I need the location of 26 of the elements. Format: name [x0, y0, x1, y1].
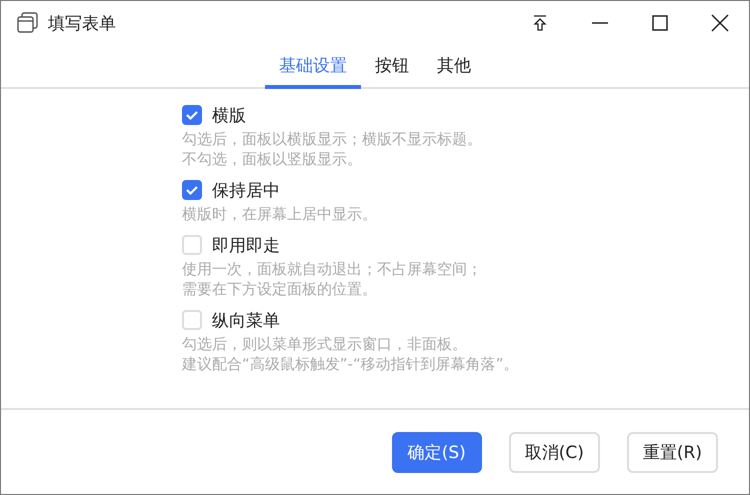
option-description: 横版时，在屏幕上居中显示。 [182, 204, 378, 224]
option-description: 建议配合“高级鼠标触发”-“移动指针到屏幕角落”。 [182, 354, 520, 374]
checkbox[interactable] [182, 105, 202, 125]
option-description: 勾选后，面板以横版显示；横版不显示标题。 [182, 129, 483, 149]
dialog-button[interactable]: 重置(R) [626, 432, 718, 472]
maximize-icon[interactable] [651, 14, 669, 32]
option-label: 即用即走 [212, 234, 280, 256]
close-icon[interactable] [711, 14, 729, 32]
option-description: 勾选后，则以菜单形式显示窗口，非面板。 [182, 334, 468, 354]
option-label: 保持居中 [212, 180, 280, 202]
window-title: 填写表单 [48, 12, 116, 34]
pin-icon[interactable] [531, 14, 549, 32]
check-icon [185, 108, 199, 122]
confirm-button[interactable]: 确定(S) [392, 432, 482, 472]
tab[interactable]: 其他 [423, 45, 485, 89]
option-description: 需要在下方设定面板的位置。 [182, 279, 378, 299]
dialog-button[interactable]: 取消(C) [508, 432, 600, 472]
check-icon [185, 183, 199, 197]
option-description: 使用一次，面板就自动退出；不占屏幕空间； [182, 259, 483, 279]
option-label: 纵向菜单 [212, 310, 280, 332]
tab[interactable]: 按钮 [361, 45, 423, 89]
window-icon [17, 12, 39, 34]
checkbox[interactable] [182, 180, 202, 200]
tab[interactable]: 基础设置 [265, 45, 361, 89]
option-description: 不勾选，面板以竖版显示。 [182, 149, 363, 169]
option-label: 横版 [212, 104, 246, 126]
